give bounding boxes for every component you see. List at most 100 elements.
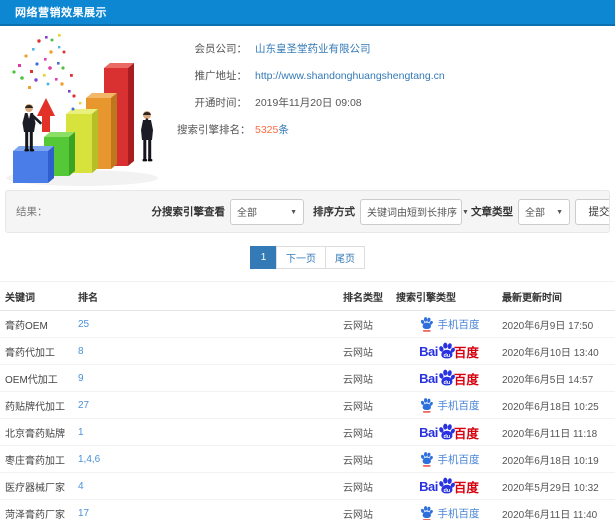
- rank-type-cell: 云网站: [343, 374, 373, 386]
- rank-type-cell: 云网站: [343, 320, 373, 332]
- col-rank: 排名: [78, 292, 98, 304]
- field-open-time: 开通时间： 2019年11月20日 09:08: [177, 89, 615, 116]
- table-row: 膏药OEM 25 云网站 手机百度 Bai: [0, 311, 615, 338]
- updated-cell: 2020年6月9日 17:50: [502, 320, 594, 332]
- page-header: 网络营销效果展示: [0, 0, 615, 26]
- baidu-logo-du: du: [443, 379, 450, 385]
- baidu-logo-bai: Bai: [419, 343, 438, 359]
- rank-cell[interactable]: 8: [78, 346, 343, 357]
- rank-cell[interactable]: 1: [78, 427, 343, 438]
- sort-filter-label: 排序方式: [313, 206, 355, 218]
- baidu-logo: Bai du 百度: [419, 476, 479, 497]
- rank-cell[interactable]: 1,4,6: [78, 454, 343, 465]
- table-row: 膏药代加工 8 云网站 百度 Bai: [0, 338, 615, 365]
- baidu-paw-icon: [420, 506, 433, 520]
- table-row: 菏泽膏药厂家 17 云网站 手机百度 Bai: [0, 500, 615, 520]
- page-button-current[interactable]: 1: [250, 245, 277, 269]
- mobile-baidu-label: 手机百度: [437, 399, 480, 412]
- table-row: 北京膏药贴牌 1 云网站 百度 Bai: [0, 419, 615, 446]
- keyword-cell: 医疗器械厂家: [5, 482, 65, 494]
- keyword-rank-table: 关键词 排名 排名类型 搜索引擎类型 最新更新时间 膏药OEM 25 云网站 手…: [0, 281, 615, 520]
- mobile-baidu-label: 手机百度: [437, 453, 480, 466]
- dropdown-caret-icon: [285, 206, 297, 217]
- keyword-cell: 菏泽膏药厂家: [5, 509, 65, 520]
- company-label: 会员公司：: [194, 43, 248, 55]
- mobile-baidu-badge: 手机百度: [419, 505, 480, 520]
- baidu-logo-cn: 百度: [453, 345, 479, 360]
- result-label: 结果：: [16, 206, 48, 218]
- baidu-logo: Bai du 百度: [419, 422, 479, 443]
- col-rank-type: 排名类型: [343, 292, 383, 304]
- keyword-cell: 枣庄膏药加工: [5, 455, 65, 467]
- engine-cell: 百度 Bai du 百度: [396, 341, 502, 362]
- table-header-row: 关键词 排名 排名类型 搜索引擎类型 最新更新时间: [0, 282, 615, 311]
- promo-url-link[interactable]: http://www.shandonghuangshengtang.cn: [255, 70, 445, 82]
- engine-filter-label: 分搜索引擎查看: [151, 206, 226, 218]
- dropdown-caret-icon: [551, 206, 563, 217]
- hero-section: 会员公司： 山东皇圣堂药业有限公司 推广地址： http://www.shand…: [0, 26, 615, 190]
- confetti-dots: [12, 34, 82, 111]
- article-type-label: 文章类型: [471, 206, 513, 218]
- sort-filter-select[interactable]: 关键词由短到长排序: [360, 198, 462, 225]
- rank-cell[interactable]: 17: [78, 508, 343, 519]
- rank-cell[interactable]: 27: [78, 400, 343, 411]
- baidu-logo: Bai du 百度: [419, 368, 479, 389]
- article-type-value: 全部: [525, 208, 545, 219]
- thinking-man-figure: [141, 111, 153, 162]
- hero-fields: 会员公司： 山东皇圣堂药业有限公司 推广地址： http://www.shand…: [177, 26, 615, 143]
- rank-type-cell: 云网站: [343, 455, 373, 467]
- table-row: 药贴牌代加工 27 云网站 手机百度 Bai: [0, 392, 615, 419]
- baidu-paw-icon: [420, 398, 433, 413]
- engine-filter-value: 全部: [237, 208, 257, 219]
- col-engine-type: 搜索引擎类型: [396, 292, 456, 304]
- mobile-baidu-badge: 手机百度: [419, 397, 480, 413]
- engine-cell: 百度 Bai du 百度: [396, 422, 502, 443]
- keyword-cell: 膏药OEM: [5, 320, 48, 332]
- engine-cell: 手机百度 Bai du 百度: [396, 316, 502, 332]
- rank-count-number: 5325: [255, 124, 279, 136]
- submit-button[interactable]: 提交: [575, 198, 609, 225]
- rank-type-cell: 云网站: [343, 347, 373, 359]
- mobile-baidu-badge: 手机百度: [419, 316, 480, 332]
- next-page-button[interactable]: 下一页: [276, 245, 326, 269]
- baidu-logo-du: du: [443, 433, 450, 439]
- rank-type-cell: 云网站: [343, 482, 373, 494]
- mobile-baidu-badge: 手机百度: [419, 451, 480, 467]
- baidu-logo-du: du: [443, 352, 450, 358]
- baidu-logo-bai: Bai: [419, 370, 438, 386]
- rank-count-value: 5325条: [255, 122, 289, 137]
- article-type-select[interactable]: 全部: [518, 198, 570, 225]
- col-updated: 最新更新时间: [502, 292, 562, 304]
- field-promo-url: 推广地址： http://www.shandonghuangshengtang.…: [177, 62, 615, 89]
- rank-count-label: 搜索引擎排名：: [177, 124, 251, 136]
- baidu-logo-du: du: [443, 487, 450, 493]
- businessman-figure: [22, 104, 42, 152]
- bar-chart-growth-illustration: [6, 34, 158, 186]
- table-row: OEM代加工 9 云网站 百度 Bai: [0, 365, 615, 392]
- table-body: 膏药OEM 25 云网站 手机百度 Bai: [0, 311, 615, 520]
- updated-cell: 2020年6月11日 11:40: [502, 509, 598, 520]
- rank-cell[interactable]: 25: [78, 319, 343, 330]
- keyword-cell: 北京膏药贴牌: [5, 428, 65, 440]
- baidu-logo-cn: 百度: [453, 480, 479, 495]
- keyword-cell: 膏药代加工: [5, 347, 55, 359]
- company-link[interactable]: 山东皇圣堂药业有限公司: [255, 41, 371, 56]
- last-page-button[interactable]: 尾页: [325, 245, 365, 269]
- marketing-report-page: 网络营销效果展示 会员公司： 山东皇圣堂药业有限公司 推广地址： http://…: [0, 0, 615, 520]
- keyword-cell: 药贴牌代加工: [5, 401, 65, 413]
- engine-cell: 百度 Bai du 百度: [396, 476, 502, 497]
- baidu-paw-icon: [420, 452, 433, 467]
- table-row: 医疗器械厂家 4 云网站 百度 Bai: [0, 473, 615, 500]
- rank-cell[interactable]: 4: [78, 481, 343, 492]
- baidu-logo-bai: Bai: [419, 424, 438, 440]
- updated-cell: 2020年6月11日 11:18: [502, 428, 598, 440]
- updated-cell: 2020年6月5日 14:57: [502, 374, 594, 386]
- engine-cell: 手机百度 Bai du 百度: [396, 451, 502, 467]
- engine-cell: 手机百度 Bai du 百度: [396, 505, 502, 520]
- rank-cell[interactable]: 9: [78, 373, 343, 384]
- open-time-value: 2019年11月20日 09:08: [255, 97, 362, 109]
- engine-filter-select[interactable]: 全部: [230, 198, 304, 225]
- field-rank-count: 搜索引擎排名： 5325条: [177, 116, 615, 143]
- dropdown-caret-icon: [457, 206, 469, 217]
- engine-cell: 百度 Bai du 百度: [396, 368, 502, 389]
